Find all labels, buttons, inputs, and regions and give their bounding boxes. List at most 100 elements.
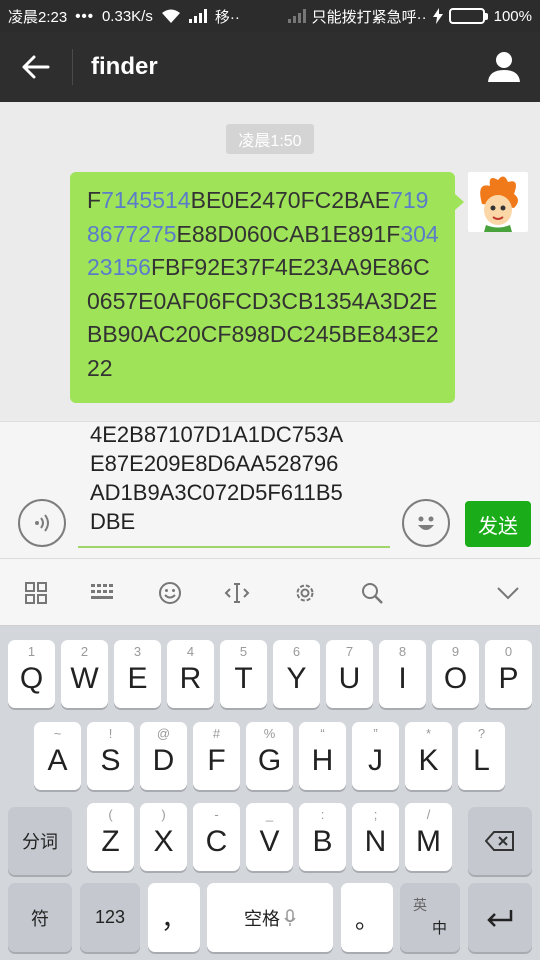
language-switch-key[interactable]: 英 中	[400, 883, 460, 952]
key-alt-label: 0	[504, 644, 513, 659]
key-k[interactable]: * K	[405, 722, 452, 790]
key-label: O	[443, 662, 468, 695]
chat-area[interactable]: 凌晨1:50 F7145514BE0E2470FC2BAE7198677275E…	[0, 102, 540, 421]
key-y[interactable]: 6Y	[273, 640, 320, 708]
input-underline	[78, 546, 390, 548]
space-key-label: 空格	[244, 908, 280, 929]
keyboard: 分词 符 123 ， 空格 。 英 中 1 Q 2 W 3 E 4 R 5 T …	[0, 626, 540, 960]
send-button[interactable]: 发送	[465, 501, 531, 547]
message-text: F	[87, 187, 102, 213]
key-m[interactable]: / M	[405, 803, 452, 871]
key-alt-label: /	[426, 807, 431, 822]
apps-grid-button[interactable]	[19, 576, 53, 610]
key-label: V	[259, 825, 280, 858]
key-s[interactable]: ! S	[87, 722, 134, 790]
key-label: K	[418, 744, 439, 777]
key-alt-label: ”	[373, 726, 378, 741]
input-line: AD1B9A3C072D5F611B5	[90, 480, 343, 505]
symbol-key[interactable]: 符	[8, 883, 72, 952]
key-c[interactable]: -C	[193, 803, 240, 871]
key-alt-label: 4	[186, 644, 195, 659]
key-label: X	[153, 825, 174, 858]
key-q[interactable]: 1Q	[8, 640, 55, 708]
avatar[interactable]	[468, 172, 528, 232]
cursor-icon	[224, 583, 250, 603]
emoji-button[interactable]	[402, 499, 450, 547]
key-label: H	[311, 744, 334, 777]
key-alt-label: -	[214, 807, 219, 822]
key-g[interactable]: % G	[246, 722, 293, 790]
key-v[interactable]: _ V	[246, 803, 293, 871]
cursor-button[interactable]	[220, 576, 254, 610]
collapse-keyboard-button[interactable]	[491, 576, 525, 610]
key-alt-label: @	[156, 726, 171, 741]
smiley-icon	[418, 516, 434, 530]
voice-button[interactable]	[18, 499, 66, 547]
key-l[interactable]: ? L	[458, 722, 505, 790]
notification-dots: •••	[75, 7, 94, 25]
number-key-label: 123	[94, 907, 126, 927]
key-h[interactable]: “H	[299, 722, 346, 790]
settings-button[interactable]	[288, 576, 322, 610]
message-bubble[interactable]: F7145514BE0E2470FC2BAE7198677275E88D060C…	[70, 172, 455, 403]
key-alt-label: :	[320, 807, 325, 822]
keyboard-switch-button[interactable]	[86, 576, 120, 610]
key-label: Q	[19, 662, 44, 695]
segment-key[interactable]: 分词	[8, 807, 72, 875]
key-z[interactable]: (Z	[87, 803, 134, 871]
message-input[interactable]: 4E2B87107D1A1DC753A E87E209E8D6AA528796 AD…	[90, 420, 390, 536]
key-x[interactable]: ) X	[140, 803, 187, 871]
key-n[interactable]: ; N	[352, 803, 399, 871]
period-key[interactable]: 。	[341, 883, 393, 952]
enter-key[interactable]	[468, 883, 532, 952]
key-label: J	[368, 744, 383, 777]
key-b[interactable]: :B	[299, 803, 346, 871]
key-p[interactable]: 0P	[485, 640, 532, 708]
key-e[interactable]: 3E	[114, 640, 161, 708]
key-t[interactable]: 5T	[220, 640, 267, 708]
microphone-icon	[284, 908, 296, 926]
chevron-down-icon	[497, 587, 519, 600]
key-f[interactable]: # F	[193, 722, 240, 790]
key-alt-label: ?	[477, 726, 486, 741]
symbol-key-label: 符	[31, 908, 49, 929]
key-alt-label: %	[263, 726, 276, 741]
apps-grid-icon	[25, 582, 47, 604]
input-bar: 4E2B87107D1A1DC753A E87E209E8D6AA528796 AD…	[0, 421, 540, 558]
chat-title: finder	[91, 53, 158, 80]
message-text: E88D060CAB1E891F	[176, 220, 401, 247]
message-text: BE0E2470FC2BAE	[190, 187, 391, 213]
key-d[interactable]: @ D	[140, 722, 187, 790]
key-i[interactable]: 8I	[379, 640, 426, 708]
search-button[interactable]	[355, 576, 389, 610]
input-line: 4E2B87107D1A1DC753A	[90, 422, 344, 447]
space-key[interactable]: 空格	[207, 883, 333, 952]
backspace-key[interactable]	[468, 807, 532, 875]
key-u[interactable]: 7U	[326, 640, 373, 708]
key-label: P	[498, 662, 519, 695]
battery-icon	[448, 8, 488, 24]
key-w[interactable]: 2W	[61, 640, 108, 708]
comma-key-label: ，	[160, 904, 187, 934]
key-o[interactable]: 9O	[432, 640, 479, 708]
lang-chinese-label: 中	[432, 920, 448, 937]
network-speed: 0.33K/s	[101, 7, 153, 25]
key-r[interactable]: 4R	[167, 640, 214, 708]
comma-key[interactable]: ，	[148, 883, 200, 952]
key-label: C	[205, 825, 228, 858]
chat-info-button[interactable]	[468, 32, 540, 102]
back-button[interactable]	[0, 32, 72, 102]
phone-number-link[interactable]: 7145514	[101, 187, 191, 213]
message-timestamp: 凌晨1:50	[226, 124, 314, 154]
key-j[interactable]: ” J	[352, 722, 399, 790]
key-alt-label: 2	[80, 644, 89, 659]
emoji-panel-button[interactable]	[153, 576, 187, 610]
key-label: D	[152, 744, 175, 777]
voice-icon	[35, 514, 49, 532]
key-a[interactable]: ~ A	[34, 722, 81, 790]
key-label: N	[364, 825, 387, 858]
back-arrow-icon	[22, 55, 50, 79]
key-alt-label: 1	[27, 644, 36, 659]
number-key[interactable]: 123	[80, 883, 140, 952]
input-line: DBE	[90, 509, 136, 534]
